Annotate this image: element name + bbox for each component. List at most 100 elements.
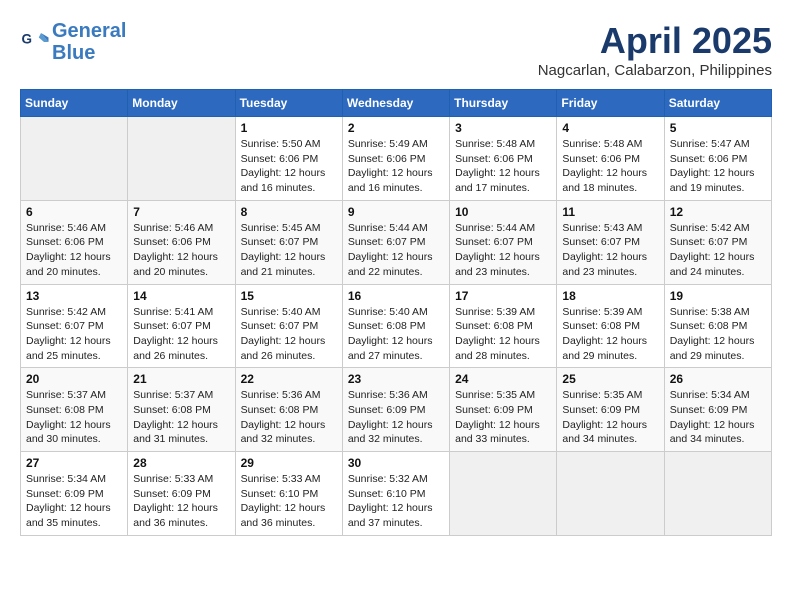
calendar-cell: 22 Sunrise: 5:36 AM Sunset: 6:08 PM Dayli…: [235, 368, 342, 452]
svg-text:G: G: [22, 32, 33, 47]
day-info: Sunrise: 5:37 AM Sunset: 6:08 PM Dayligh…: [26, 388, 122, 447]
day-number: 2: [348, 121, 444, 135]
day-header-wednesday: Wednesday: [342, 90, 449, 117]
day-info: Sunrise: 5:33 AM Sunset: 6:10 PM Dayligh…: [241, 472, 337, 531]
calendar-week-2: 6Sunrise: 5:46 AM Sunset: 6:06 PM Daylig…: [21, 200, 772, 284]
day-number: 25: [562, 372, 658, 386]
location: Nagcarlan, Calabarzon, Philippines: [538, 62, 772, 79]
calendar-cell: 24 Sunrise: 5:35 AM Sunset: 6:09 PM Dayli…: [450, 368, 557, 452]
day-number: 13: [26, 289, 122, 303]
day-number: 21: [133, 372, 229, 386]
day-info: Sunrise: 5:49 AM Sunset: 6:06 PM Dayligh…: [348, 137, 444, 196]
day-info: Sunrise: 5:38 AM Sunset: 6:08 PM Dayligh…: [670, 305, 766, 364]
day-number: 16: [348, 289, 444, 303]
calendar-cell: 23 Sunrise: 5:36 AM Sunset: 6:09 PM Dayli…: [342, 368, 449, 452]
day-number: 22: [241, 372, 337, 386]
day-header-thursday: Thursday: [450, 90, 557, 117]
day-info: Sunrise: 5:36 AM Sunset: 6:08 PM Dayligh…: [241, 388, 337, 447]
day-info: Sunrise: 5:48 AM Sunset: 6:06 PM Dayligh…: [455, 137, 551, 196]
calendar-cell: 21 Sunrise: 5:37 AM Sunset: 6:08 PM Dayli…: [128, 368, 235, 452]
calendar-cell: 16 Sunrise: 5:40 AM Sunset: 6:08 PM Dayli…: [342, 284, 449, 368]
day-info: Sunrise: 5:41 AM Sunset: 6:07 PM Dayligh…: [133, 305, 229, 364]
month-title: April 2025: [538, 20, 772, 62]
calendar-cell: 14 Sunrise: 5:41 AM Sunset: 6:07 PM Dayli…: [128, 284, 235, 368]
day-info: Sunrise: 5:50 AM Sunset: 6:06 PM Dayligh…: [241, 137, 337, 196]
day-info: Sunrise: 5:40 AM Sunset: 6:08 PM Dayligh…: [348, 305, 444, 364]
day-info: Sunrise: 5:40 AM Sunset: 6:07 PM Dayligh…: [241, 305, 337, 364]
day-number: 11: [562, 205, 658, 219]
day-info: Sunrise: 5:44 AM Sunset: 6:07 PM Dayligh…: [348, 221, 444, 280]
day-info: Sunrise: 5:42 AM Sunset: 6:07 PM Dayligh…: [26, 305, 122, 364]
day-info: Sunrise: 5:35 AM Sunset: 6:09 PM Dayligh…: [455, 388, 551, 447]
day-info: Sunrise: 5:34 AM Sunset: 6:09 PM Dayligh…: [670, 388, 766, 447]
calendar-cell: 2 Sunrise: 5:49 AM Sunset: 6:06 PM Daylig…: [342, 117, 449, 201]
day-header-friday: Friday: [557, 90, 664, 117]
calendar-cell: 19Sunrise: 5:38 AM Sunset: 6:08 PM Dayli…: [664, 284, 771, 368]
title-block: April 2025 Nagcarlan, Calabarzon, Philip…: [538, 20, 772, 79]
day-number: 8: [241, 205, 337, 219]
calendar-week-1: 1 Sunrise: 5:50 AM Sunset: 6:06 PM Daylig…: [21, 117, 772, 201]
calendar-cell: 26 Sunrise: 5:34 AM Sunset: 6:09 PM Dayli…: [664, 368, 771, 452]
day-info: Sunrise: 5:44 AM Sunset: 6:07 PM Dayligh…: [455, 221, 551, 280]
day-number: 26: [670, 372, 766, 386]
calendar-cell: [664, 452, 771, 536]
calendar-cell: 6Sunrise: 5:46 AM Sunset: 6:06 PM Daylig…: [21, 200, 128, 284]
calendar-cell: 7Sunrise: 5:46 AM Sunset: 6:06 PM Daylig…: [128, 200, 235, 284]
day-info: Sunrise: 5:47 AM Sunset: 6:06 PM Dayligh…: [670, 137, 766, 196]
day-number: 3: [455, 121, 551, 135]
day-info: Sunrise: 5:33 AM Sunset: 6:09 PM Dayligh…: [133, 472, 229, 531]
day-number: 9: [348, 205, 444, 219]
calendar-cell: 25Sunrise: 5:35 AM Sunset: 6:09 PM Dayli…: [557, 368, 664, 452]
day-number: 14: [133, 289, 229, 303]
calendar-cell: [21, 117, 128, 201]
logo-text: General Blue: [52, 20, 126, 64]
calendar-cell: 8Sunrise: 5:45 AM Sunset: 6:07 PM Daylig…: [235, 200, 342, 284]
calendar-week-5: 27 Sunrise: 5:34 AM Sunset: 6:09 PM Dayli…: [21, 452, 772, 536]
day-info: Sunrise: 5:48 AM Sunset: 6:06 PM Dayligh…: [562, 137, 658, 196]
day-number: 10: [455, 205, 551, 219]
calendar-body: 1 Sunrise: 5:50 AM Sunset: 6:06 PM Daylig…: [21, 117, 772, 536]
calendar-cell: [450, 452, 557, 536]
day-number: 1: [241, 121, 337, 135]
day-number: 28: [133, 456, 229, 470]
day-number: 18: [562, 289, 658, 303]
logo: G General Blue: [20, 20, 126, 64]
day-number: 12: [670, 205, 766, 219]
calendar-cell: 15 Sunrise: 5:40 AM Sunset: 6:07 PM Dayli…: [235, 284, 342, 368]
calendar-cell: 13 Sunrise: 5:42 AM Sunset: 6:07 PM Dayli…: [21, 284, 128, 368]
calendar-cell: 1 Sunrise: 5:50 AM Sunset: 6:06 PM Daylig…: [235, 117, 342, 201]
calendar-cell: 9 Sunrise: 5:44 AM Sunset: 6:07 PM Daylig…: [342, 200, 449, 284]
day-info: Sunrise: 5:43 AM Sunset: 6:07 PM Dayligh…: [562, 221, 658, 280]
day-number: 24: [455, 372, 551, 386]
logo-line1: General: [52, 20, 126, 42]
calendar-cell: 17 Sunrise: 5:39 AM Sunset: 6:08 PM Dayli…: [450, 284, 557, 368]
logo-line2: Blue: [52, 42, 95, 64]
day-number: 7: [133, 205, 229, 219]
day-info: Sunrise: 5:37 AM Sunset: 6:08 PM Dayligh…: [133, 388, 229, 447]
day-number: 30: [348, 456, 444, 470]
day-info: Sunrise: 5:46 AM Sunset: 6:06 PM Dayligh…: [26, 221, 122, 280]
day-number: 15: [241, 289, 337, 303]
day-number: 17: [455, 289, 551, 303]
logo-icon: G: [20, 27, 50, 57]
calendar-header-row: SundayMondayTuesdayWednesdayThursdayFrid…: [21, 90, 772, 117]
calendar-cell: 12 Sunrise: 5:42 AM Sunset: 6:07 PM Dayli…: [664, 200, 771, 284]
day-info: Sunrise: 5:39 AM Sunset: 6:08 PM Dayligh…: [562, 305, 658, 364]
day-header-sunday: Sunday: [21, 90, 128, 117]
day-number: 23: [348, 372, 444, 386]
calendar-cell: 28 Sunrise: 5:33 AM Sunset: 6:09 PM Dayli…: [128, 452, 235, 536]
day-number: 5: [670, 121, 766, 135]
calendar-cell: 4Sunrise: 5:48 AM Sunset: 6:06 PM Daylig…: [557, 117, 664, 201]
calendar-cell: 5 Sunrise: 5:47 AM Sunset: 6:06 PM Daylig…: [664, 117, 771, 201]
day-info: Sunrise: 5:36 AM Sunset: 6:09 PM Dayligh…: [348, 388, 444, 447]
calendar-cell: 3 Sunrise: 5:48 AM Sunset: 6:06 PM Daylig…: [450, 117, 557, 201]
day-info: Sunrise: 5:34 AM Sunset: 6:09 PM Dayligh…: [26, 472, 122, 531]
calendar-cell: 20Sunrise: 5:37 AM Sunset: 6:08 PM Dayli…: [21, 368, 128, 452]
calendar-cell: [557, 452, 664, 536]
day-header-monday: Monday: [128, 90, 235, 117]
day-info: Sunrise: 5:42 AM Sunset: 6:07 PM Dayligh…: [670, 221, 766, 280]
calendar-cell: 27 Sunrise: 5:34 AM Sunset: 6:09 PM Dayli…: [21, 452, 128, 536]
day-number: 27: [26, 456, 122, 470]
calendar-cell: [128, 117, 235, 201]
day-info: Sunrise: 5:39 AM Sunset: 6:08 PM Dayligh…: [455, 305, 551, 364]
